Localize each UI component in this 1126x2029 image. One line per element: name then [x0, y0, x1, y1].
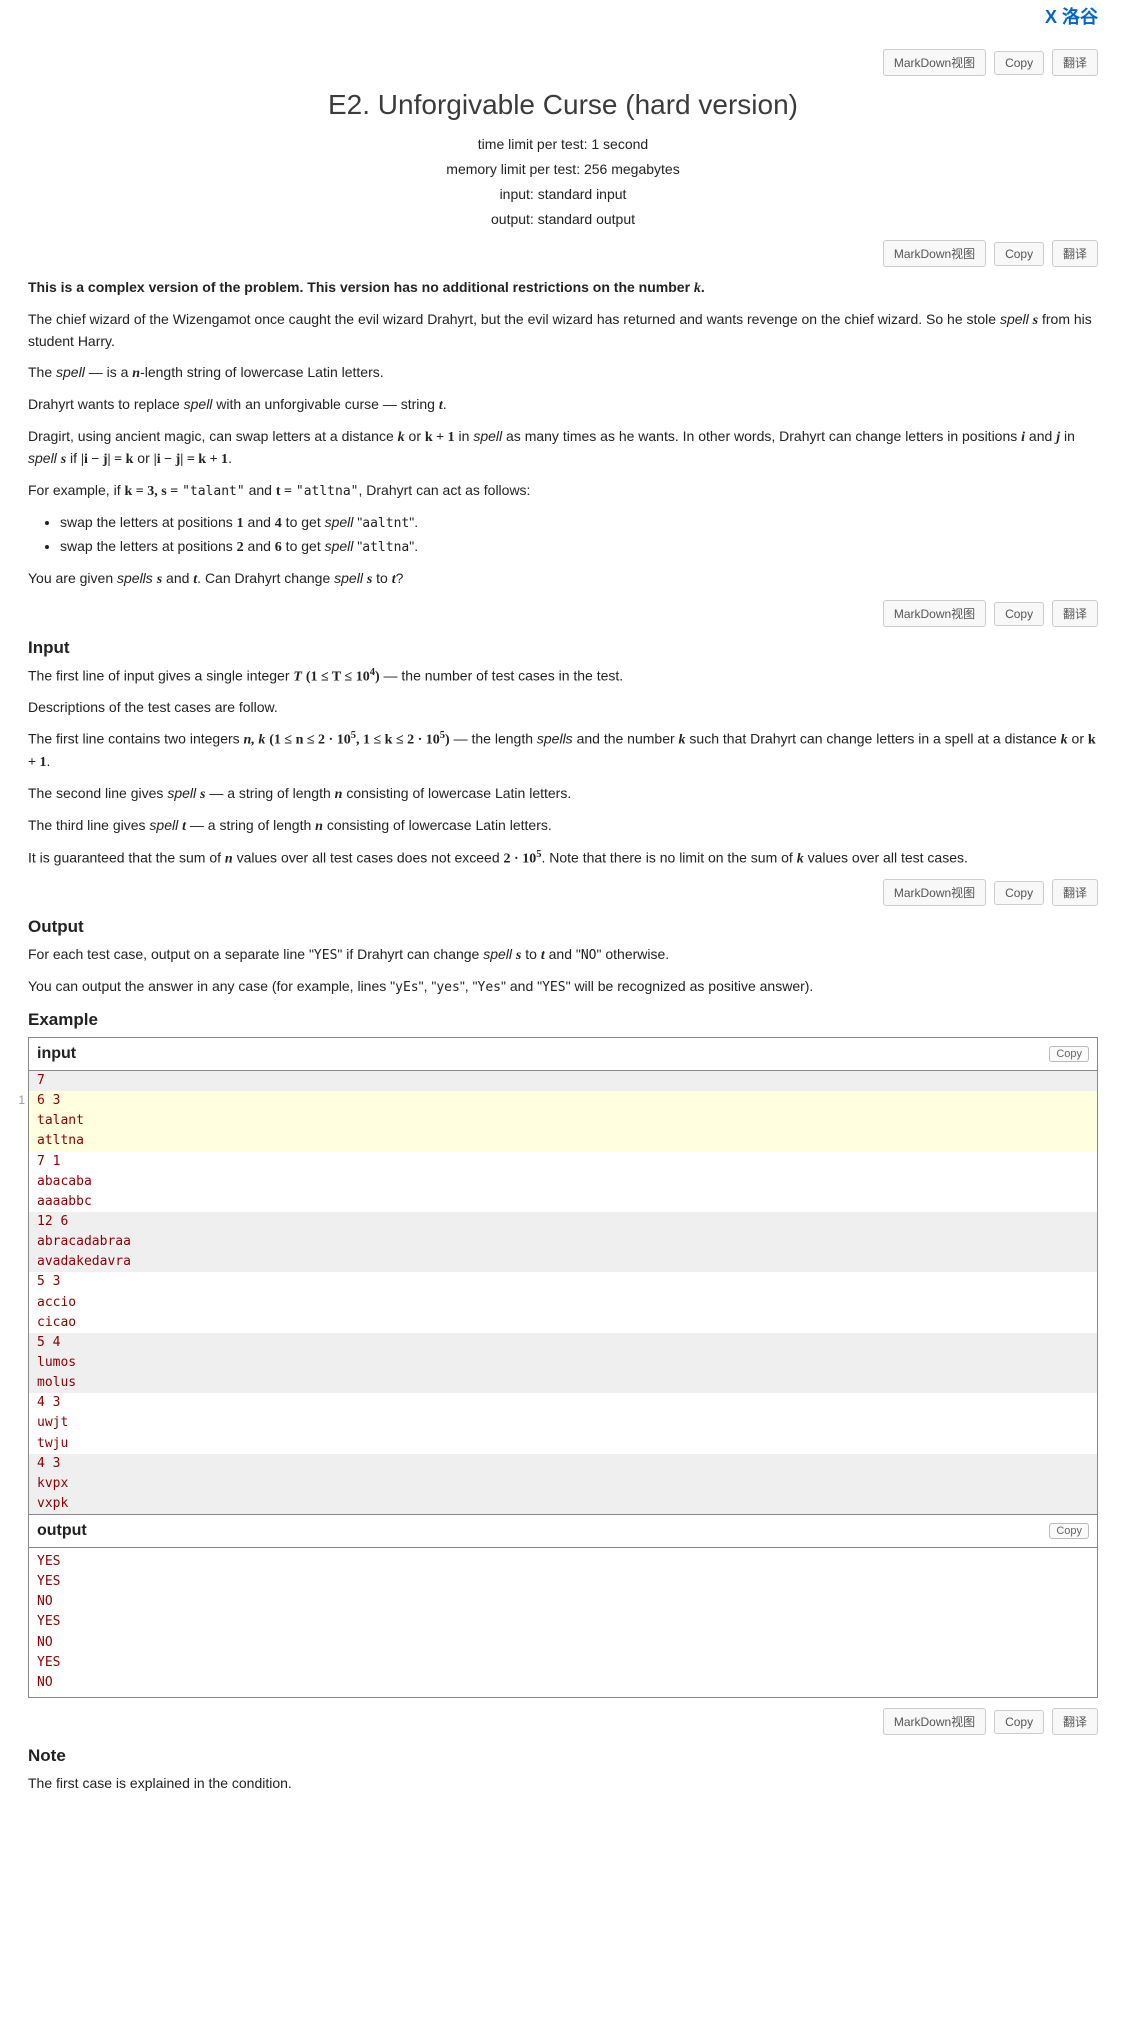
copy-button[interactable]: Copy — [994, 51, 1044, 75]
input-p5: The third line gives spell t — a string … — [28, 815, 1098, 837]
example-input-content: 76 31talantatltna7 1abacabaaaaabbc12 6ab… — [29, 1071, 1097, 1514]
statement-intro: This is a complex version of the problem… — [28, 277, 1098, 299]
io-line: 6 31 — [29, 1091, 1097, 1111]
statement-p1: The chief wizard of the Wizengamot once … — [28, 309, 1098, 352]
io-line: vxpk — [29, 1494, 1097, 1514]
io-line: accio — [29, 1293, 1097, 1313]
statement-p4: Dragirt, using ancient magic, can swap l… — [28, 426, 1098, 470]
branding-link[interactable]: X 洛谷 — [28, 0, 1098, 39]
io-line: 7 — [29, 1071, 1097, 1091]
io-line: avadakedavra — [29, 1252, 1097, 1272]
output-p1: For each test case, output on a separate… — [28, 944, 1098, 966]
toolbar-header: MarkDown视图 Copy 翻译 — [28, 49, 1098, 76]
output-p2: You can output the answer in any case (f… — [28, 976, 1098, 998]
io-line: abacaba — [29, 1172, 1097, 1192]
io-line: atltna — [29, 1131, 1097, 1151]
io-line: lumos — [29, 1353, 1097, 1373]
io-line: abracadabraa — [29, 1232, 1097, 1252]
toolbar-output: MarkDown视图 Copy 翻译 — [28, 879, 1098, 906]
toolbar-input: MarkDown视图 Copy 翻译 — [28, 600, 1098, 627]
io-line: 7 1 — [29, 1152, 1097, 1172]
copy-button[interactable]: Copy — [994, 602, 1044, 626]
markdown-view-button[interactable]: MarkDown视图 — [883, 1708, 986, 1735]
io-line: molus — [29, 1373, 1097, 1393]
markdown-view-button[interactable]: MarkDown视图 — [883, 600, 986, 627]
example-input-label: input — [37, 1042, 76, 1066]
note-section-title: Note — [28, 1743, 1098, 1769]
io-line: talant — [29, 1111, 1097, 1131]
io-line: aaaabbc — [29, 1192, 1097, 1212]
toolbar-statement: MarkDown视图 Copy 翻译 — [28, 240, 1098, 267]
markdown-view-button[interactable]: MarkDown视图 — [883, 879, 986, 906]
io-line: 4 3 — [29, 1393, 1097, 1413]
input-p1: The first line of input gives a single i… — [28, 665, 1098, 688]
copy-button[interactable]: Copy — [994, 881, 1044, 905]
io-line: 5 4 — [29, 1333, 1097, 1353]
statement-p3: Drahyrt wants to replace spell with an u… — [28, 394, 1098, 416]
input-p6: It is guaranteed that the sum of n value… — [28, 847, 1098, 870]
copy-button[interactable]: Copy — [994, 242, 1044, 266]
memory-limit: memory limit per test: 256 megabytes — [28, 159, 1098, 180]
io-line: kvpx — [29, 1474, 1097, 1494]
example-output-content: YES YES NO YES NO YES NO — [29, 1548, 1097, 1697]
translate-button[interactable]: 翻译 — [1052, 49, 1098, 76]
input-p2: Descriptions of the test cases are follo… — [28, 697, 1098, 718]
example-input-box: input Copy 76 31talantatltna7 1abacabaaa… — [28, 1037, 1098, 1698]
statement-p5: For example, if k = 3, s = "talant" and … — [28, 480, 1098, 502]
io-line: 5 3 — [29, 1272, 1097, 1292]
output-type: output: standard output — [28, 209, 1098, 230]
io-line: 12 6 — [29, 1212, 1097, 1232]
input-section-title: Input — [28, 635, 1098, 661]
statement-p6: You are given spells s and t. Can Drahyr… — [28, 568, 1098, 590]
translate-button[interactable]: 翻译 — [1052, 1708, 1098, 1735]
translate-button[interactable]: 翻译 — [1052, 600, 1098, 627]
copy-output-button[interactable]: Copy — [1049, 1523, 1089, 1539]
input-p4: The second line gives spell s — a string… — [28, 783, 1098, 805]
list-item: swap the letters at positions 1 and 4 to… — [60, 512, 1098, 534]
statement-list: swap the letters at positions 1 and 4 to… — [28, 512, 1098, 558]
input-p3: The first line contains two integers n, … — [28, 728, 1098, 773]
example-output-label: output — [37, 1519, 87, 1543]
translate-button[interactable]: 翻译 — [1052, 240, 1098, 267]
note-p1: The first case is explained in the condi… — [28, 1773, 1098, 1794]
problem-title: E2. Unforgivable Curse (hard version) — [28, 84, 1098, 126]
output-section-title: Output — [28, 914, 1098, 940]
markdown-view-button[interactable]: MarkDown视图 — [883, 49, 986, 76]
toolbar-note: MarkDown视图 Copy 翻译 — [28, 1708, 1098, 1735]
io-line: twju — [29, 1434, 1097, 1454]
time-limit: time limit per test: 1 second — [28, 134, 1098, 155]
copy-button[interactable]: Copy — [994, 1710, 1044, 1734]
example-section-title: Example — [28, 1007, 1098, 1033]
input-type: input: standard input — [28, 184, 1098, 205]
translate-button[interactable]: 翻译 — [1052, 879, 1098, 906]
copy-input-button[interactable]: Copy — [1049, 1046, 1089, 1062]
io-line: uwjt — [29, 1413, 1097, 1433]
list-item: swap the letters at positions 2 and 6 to… — [60, 536, 1098, 558]
io-line: 4 3 — [29, 1454, 1097, 1474]
io-line: cicao — [29, 1313, 1097, 1333]
markdown-view-button[interactable]: MarkDown视图 — [883, 240, 986, 267]
statement-p2: The spell — is a n-length string of lowe… — [28, 362, 1098, 384]
